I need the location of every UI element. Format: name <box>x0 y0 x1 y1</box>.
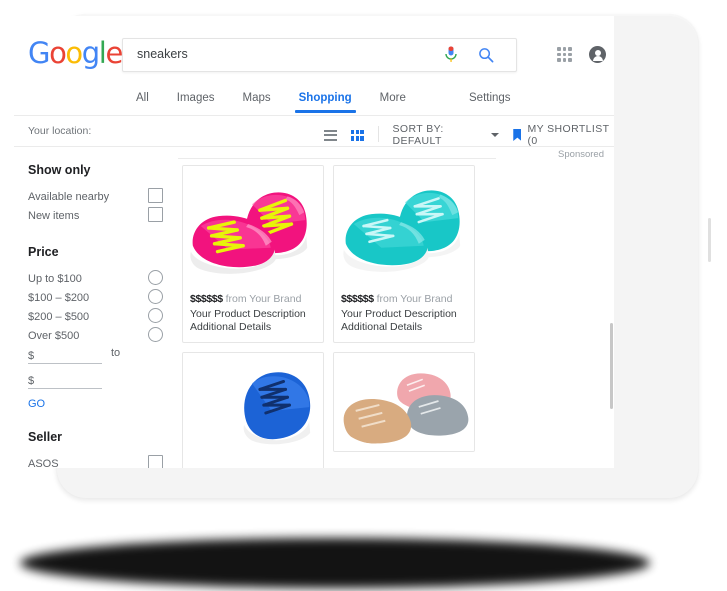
apps-grid-icon[interactable] <box>557 47 572 62</box>
grid-view-icon[interactable] <box>350 129 364 141</box>
filter-new-items[interactable]: New items <box>28 206 178 223</box>
filter-price-200-500[interactable]: $200 – $500 <box>28 307 178 324</box>
tab-all[interactable]: All <box>122 84 163 112</box>
google-logo[interactable]: Google <box>28 36 123 70</box>
location-label: Your location: <box>28 125 92 137</box>
logo-letter-e: e <box>105 36 123 70</box>
checkbox-available-nearby[interactable] <box>148 188 163 203</box>
bookmark-icon <box>513 129 522 141</box>
tab-more[interactable]: More <box>366 84 420 112</box>
product-card-body: $$$$$$ from Your Brand Your Product Desc… <box>183 288 323 342</box>
product-price: $$$$$$ <box>190 293 223 305</box>
filter-label: $200 – $500 <box>28 311 90 323</box>
product-price-line: $$$$$$ from Your Brand <box>341 293 467 305</box>
radio-price-over-500[interactable] <box>148 327 163 342</box>
blue-running-shoes-image <box>183 353 323 468</box>
turquoise-running-shoes-image <box>334 166 474 288</box>
price-range-to-label: to <box>111 347 121 359</box>
tan-pink-grey-sneakers-image <box>334 353 474 451</box>
google-header: Google sneakers <box>14 16 614 84</box>
my-shortlist-button[interactable]: MY SHORTLIST (0 <box>513 123 614 147</box>
tablet-drop-shadow <box>20 538 650 588</box>
show-only-heading: Show only <box>28 163 91 177</box>
logo-letter-g: G <box>28 36 50 70</box>
product-card[interactable]: $$$$$$ from Your Brand Your Product Desc… <box>182 165 324 343</box>
search-input[interactable]: sneakers <box>137 47 188 61</box>
price-max-row: $ <box>28 371 178 393</box>
filter-label: Over $500 <box>28 330 80 342</box>
product-price-line: $$$$$$ from Your Brand <box>190 293 316 305</box>
chevron-down-icon <box>491 133 500 137</box>
filter-label: ASOS <box>28 458 59 468</box>
logo-letter-g2: g <box>81 36 100 70</box>
search-nav-tabs: All Images Maps Shopping More Settings <box>14 84 614 116</box>
product-card[interactable] <box>333 352 475 452</box>
sort-by-label: SORT BY: DEFAULT <box>392 123 444 147</box>
filter-label: $100 – $200 <box>28 292 90 304</box>
price-max-input[interactable]: $ <box>28 371 102 389</box>
product-description-2: Additional Details <box>341 321 423 333</box>
sort-by-dropdown[interactable]: SORT BY: DEFAULT <box>393 123 500 147</box>
tablet-screen: Google sneakers All Images Maps Shopping… <box>14 16 614 468</box>
currency-prefix: $ <box>28 350 35 362</box>
seller-heading: Seller <box>28 430 63 444</box>
settings-link[interactable]: Settings <box>469 84 511 112</box>
product-card-body: $$$$$$ from Your Brand Your Product Desc… <box>334 288 474 342</box>
filter-price-up-to-100[interactable]: Up to $100 <box>28 269 178 286</box>
product-card[interactable]: $$$$$$ from Your Brand Your Product Desc… <box>333 165 475 343</box>
product-card-list: $$$$$$ from Your Brand Your Product Desc… <box>182 165 614 468</box>
sponsored-label: Sponsored <box>558 149 604 160</box>
radio-price-up-to-100[interactable] <box>148 270 163 285</box>
tab-list: All Images Maps Shopping More <box>122 84 420 113</box>
currency-prefix: $ <box>28 375 35 387</box>
tab-shopping[interactable]: Shopping <box>285 84 366 113</box>
product-price: $$$$$$ <box>341 293 374 305</box>
tablet-side-button[interactable] <box>708 218 711 262</box>
sponsored-divider <box>178 158 496 159</box>
filter-available-nearby[interactable]: Available nearby <box>28 187 178 204</box>
toolbar-divider <box>377 125 379 142</box>
microphone-icon[interactable] <box>444 46 458 64</box>
logo-letter-o1: o <box>49 36 67 70</box>
results-toolbar: Your location: SORT BY: DEFAULT MY SHORT… <box>14 116 614 147</box>
checkbox-new-items[interactable] <box>148 207 163 222</box>
filter-seller-asos[interactable]: ASOS <box>28 454 178 468</box>
search-submit-icon[interactable] <box>478 47 494 63</box>
screenshot-stage: Google sneakers All Images Maps Shopping… <box>0 0 727 591</box>
list-view-icon[interactable] <box>324 129 337 141</box>
product-brand: from Your Brand <box>225 293 302 305</box>
price-go-button[interactable]: GO <box>28 398 178 410</box>
product-brand: from Your Brand <box>376 293 453 305</box>
page-scrollbar[interactable] <box>610 323 613 409</box>
logo-letter-o2: o <box>65 36 83 70</box>
filter-price-100-200[interactable]: $100 – $200 <box>28 288 178 305</box>
radio-price-100-200[interactable] <box>148 289 163 304</box>
filter-price-over-500[interactable]: Over $500 <box>28 326 178 343</box>
filter-label: Available nearby <box>28 191 110 203</box>
filter-label: New items <box>28 210 80 222</box>
checkbox-seller-asos[interactable] <box>148 455 163 468</box>
filter-label: Up to $100 <box>28 273 82 285</box>
filters-sidebar: Show only Available nearby New items Pri… <box>14 147 178 468</box>
tab-maps[interactable]: Maps <box>229 84 285 112</box>
search-box[interactable]: sneakers <box>122 38 517 72</box>
product-description-1: Your Product Description <box>190 308 306 320</box>
product-description-1: Your Product Description <box>341 308 457 320</box>
price-min-input[interactable]: $ <box>28 346 102 364</box>
price-min-row: $ to <box>28 346 178 368</box>
product-description-2: Additional Details <box>190 321 272 333</box>
logo-letter-l: l <box>98 36 107 70</box>
my-shortlist-label: MY SHORTLIST (0 <box>527 123 610 147</box>
tab-images[interactable]: Images <box>163 84 229 112</box>
radio-price-200-500[interactable] <box>148 308 163 323</box>
toolbar-controls: SORT BY: DEFAULT MY SHORTLIST (0 <box>324 123 614 147</box>
account-circle-icon[interactable] <box>589 46 606 63</box>
page-content: Show only Available nearby New items Pri… <box>14 147 614 468</box>
pink-running-shoes-image <box>183 166 323 288</box>
product-results-grid: Sponsored $$$$$$ from Your Brand Your Pr… <box>178 147 614 468</box>
product-card[interactable]: $$$$$$ from Your Brand Your Product Desc… <box>182 352 324 468</box>
price-heading: Price <box>28 245 59 259</box>
